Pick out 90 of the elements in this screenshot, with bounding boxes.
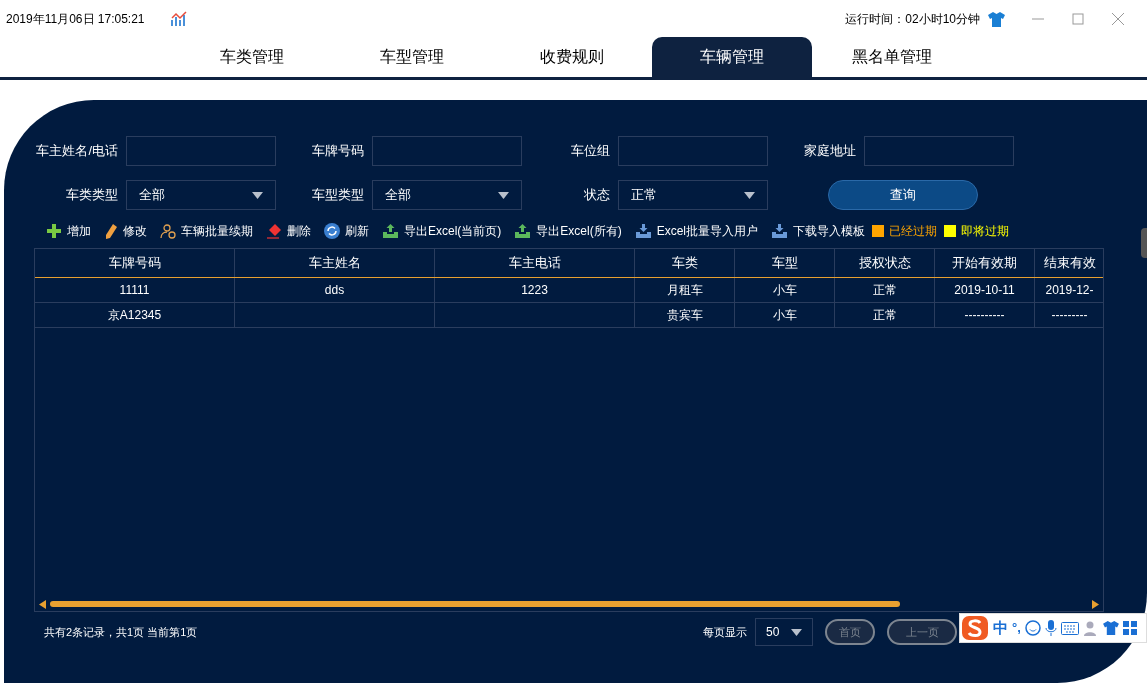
table-row[interactable]: 11111 dds 1223 月租车 小车 正常 2019-10-11 2019-12- — [35, 278, 1103, 303]
table-cell-text: 正常 — [872, 307, 897, 324]
table-cell-text: 贵宾车 — [666, 307, 703, 324]
search-button[interactable]: 查询 — [828, 180, 978, 210]
table-cell-text: 京A12345 — [107, 307, 162, 324]
upload-tray-icon — [514, 223, 532, 239]
shirt-icon[interactable] — [1102, 621, 1119, 635]
s-logo-icon[interactable] — [961, 615, 989, 641]
table-cell-text: 11111 — [119, 282, 150, 299]
window-scrollbar[interactable] — [1141, 228, 1147, 258]
table-cell-text: 正常 — [872, 282, 897, 299]
column-header[interactable]: 开始有效期 — [935, 249, 1035, 277]
datetime-text: 2019年11月06日 17:05:21 — [6, 11, 145, 28]
download-tray-icon — [771, 223, 789, 239]
table-cell-text: 小车 — [772, 307, 797, 324]
tab[interactable]: 车辆管理 — [652, 37, 812, 77]
input-field[interactable] — [126, 136, 276, 166]
download-tray-icon — [634, 223, 652, 239]
table-cell-text: ---------- — [964, 307, 1005, 324]
refresh-icon — [324, 223, 340, 239]
toolbar-button[interactable]: 删除 — [266, 222, 311, 240]
chart-icon — [170, 11, 189, 27]
tab[interactable]: 车型管理 — [332, 37, 492, 77]
field-label: 车型类型 — [311, 186, 365, 205]
field-label: 家庭地址 — [803, 142, 857, 161]
input-field[interactable] — [372, 136, 522, 166]
scroll-right-icon[interactable] — [1092, 599, 1099, 609]
dropdown[interactable]: 正常 — [618, 180, 768, 210]
eraser-icon — [266, 223, 282, 239]
microphone-icon[interactable] — [1044, 620, 1057, 636]
tab[interactable]: 收费规则 — [492, 37, 652, 77]
field-label: 车类类型 — [65, 186, 119, 205]
ime-mode[interactable]: 中 — [993, 616, 1008, 640]
column-header[interactable]: 车类 — [635, 249, 735, 277]
column-header[interactable]: 授权状态 — [835, 249, 935, 277]
toolbar-button[interactable]: 导出Excel(所有) — [514, 222, 622, 240]
scrollbar-thumb[interactable] — [50, 601, 900, 607]
table-cell-text: 小车 — [772, 282, 797, 299]
pencil-icon — [104, 223, 118, 239]
legend-label: 已经过期 — [889, 223, 938, 240]
input-field[interactable] — [618, 136, 768, 166]
dropdown[interactable]: 全部 — [126, 180, 276, 210]
table-cell-text: 月租车 — [666, 282, 703, 299]
legend-label: 即将过期 — [961, 223, 1010, 240]
toolbar-button[interactable]: 增加 — [46, 222, 91, 240]
input-field[interactable] — [864, 136, 1014, 166]
toolbar-button[interactable]: Excel批量导入用户 — [634, 222, 759, 240]
runtime-text: 运行时间：02小时10分钟 — [845, 11, 980, 28]
tab[interactable]: 黑名单管理 — [812, 37, 972, 77]
close-icon[interactable] — [1111, 12, 1125, 26]
field-label: 状态 — [583, 186, 611, 205]
upload-tray-icon — [382, 223, 399, 239]
table-cell-text: 1223 — [521, 282, 548, 299]
page-size-label: 每页显示 — [703, 624, 747, 640]
keyboard-icon[interactable] — [1060, 621, 1079, 635]
tab[interactable]: 车类管理 — [172, 37, 332, 77]
maximize-icon[interactable] — [1071, 12, 1085, 26]
toolbar-button[interactable]: 刷新 — [324, 222, 369, 240]
record-summary: 共有2条记录，共1页 当前第1页 — [44, 624, 198, 640]
user-clock-icon — [160, 223, 176, 239]
toolbar-button[interactable]: 修改 — [104, 222, 147, 240]
plus-icon — [46, 223, 62, 239]
grid-icon[interactable] — [1122, 621, 1137, 635]
shirt-icon[interactable] — [988, 11, 1005, 27]
field-label: 车位组 — [570, 142, 611, 161]
page-size-dropdown[interactable]: 50 — [755, 618, 813, 646]
field-label: 车牌号码 — [311, 142, 365, 161]
column-header[interactable]: 车牌号码 — [35, 249, 235, 277]
caret-icon — [744, 191, 755, 199]
field-label: 车主姓名/电话 — [35, 142, 119, 161]
smiley-icon[interactable] — [1024, 620, 1041, 636]
table-row[interactable]: 京A12345 贵宾车 小车 正常 ---------- --------- — [35, 303, 1103, 328]
dropdown[interactable]: 全部 — [372, 180, 522, 210]
column-header[interactable]: 结束有效 — [1035, 249, 1103, 277]
table-cell-text: 2019-10-11 — [954, 282, 1015, 299]
toolbar-button[interactable]: 下载导入模板 — [771, 222, 866, 240]
column-header[interactable]: 车主姓名 — [235, 249, 435, 277]
user-icon[interactable] — [1082, 620, 1099, 636]
caret-icon — [498, 191, 509, 199]
ime-punctuation[interactable]: °, — [1012, 618, 1021, 638]
toolbar-button[interactable]: 车辆批量续期 — [160, 222, 253, 240]
column-header[interactable]: 车型 — [735, 249, 835, 277]
caret-icon — [252, 191, 263, 199]
column-header[interactable]: 车主电话 — [435, 249, 635, 277]
table-cell-text: 2019-12- — [1045, 282, 1094, 299]
caret-icon — [791, 628, 802, 636]
scroll-left-icon[interactable] — [39, 599, 46, 609]
toolbar-button[interactable]: 导出Excel(当前页) — [382, 222, 502, 240]
table-cell-text: --------- — [1051, 307, 1088, 324]
table-cell-text: dds — [324, 282, 345, 299]
